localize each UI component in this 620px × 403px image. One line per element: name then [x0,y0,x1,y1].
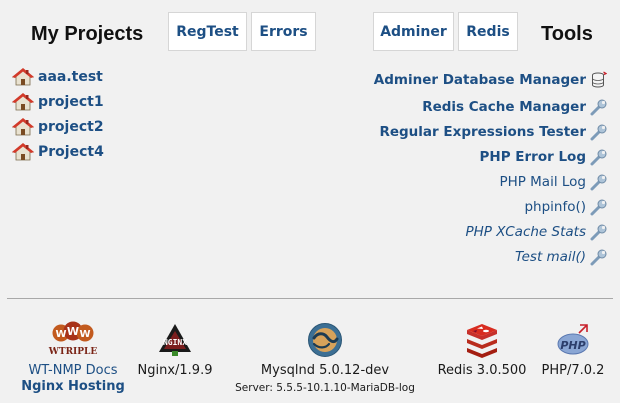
mysqlnd-version: Mysqlnd 5.0.12-dev [260,363,390,378]
footer-redis: Redis 3.0.500 [432,320,532,378]
wrench-icon [590,248,608,266]
nginx-version: Nginx/1.9.9 [137,363,213,378]
tool-phpinfo[interactable]: phpinfo() [524,197,608,217]
redis-logo[interactable] [464,320,500,358]
php-version: PHP/7.0.2 [541,363,605,378]
wrench-icon [590,98,608,116]
footer-mysql: Mysqlnd 5.0.12-dev Server: 5.5.5-10.1.10… [225,320,425,394]
nginx-logo[interactable]: NGINX [155,320,195,358]
tool-label: Regular Expressions Tester [379,124,586,140]
wt-nmp-docs-link[interactable]: WT-NMP Docs [28,363,117,378]
footer-nginx: NGINX Nginx/1.9.9 [130,320,220,378]
wtriple-logo[interactable]: W W W WTRIPLE [43,318,103,358]
footer-wtriple: W W W WTRIPLE WT-NMP Docs Nginx Hosting [18,318,128,394]
tool-label: PHP Error Log [479,149,587,165]
home-icon [12,143,34,161]
tool-php-mail-log[interactable]: PHP Mail Log [499,172,608,192]
nginx-hosting-link[interactable]: Nginx Hosting [21,379,125,394]
wrench-icon [590,223,608,241]
server-version: Server: 5.5.5-10.1.10-MariaDB-log [235,382,415,394]
project-link-project4[interactable]: Project4 [12,142,104,162]
tool-php-xcache-stats[interactable]: PHP XCache Stats [466,222,608,242]
php-logo-text: PHP [560,339,585,352]
tab-regtest[interactable]: RegTest [168,12,247,51]
tool-regular-expressions-tester[interactable]: Regular Expressions Tester [379,122,608,142]
tool-label: Test mail() [515,249,586,265]
home-icon [12,118,34,136]
svg-text:W: W [67,325,79,338]
tool-test-mail[interactable]: Test mail() [515,247,608,267]
project-name: project2 [38,119,104,135]
tool-label: Redis Cache Manager [422,99,586,115]
section-divider [7,298,613,299]
wrench-icon [590,123,608,141]
tab-adminer[interactable]: Adminer [373,12,454,51]
tool-label: PHP Mail Log [499,174,586,190]
php-logo[interactable]: PHP [553,320,593,358]
tool-php-error-log[interactable]: PHP Error Log [480,147,609,167]
mariadb-logo[interactable] [307,320,343,358]
project-name: aaa.test [38,69,103,85]
tab-redis[interactable]: Redis [458,12,518,51]
tab-errors[interactable]: Errors [251,12,316,51]
nginx-logo-text: NGINX [163,338,187,347]
wrench-icon [590,148,608,166]
tools-heading: Tools [541,23,593,45]
svg-text:W: W [55,329,66,340]
footer-php: PHP PHP/7.0.2 [530,320,616,378]
database-icon [590,71,608,89]
project-link-project1[interactable]: project1 [12,92,104,112]
tool-label: PHP XCache Stats [465,224,586,240]
project-link-aaa-test[interactable]: aaa.test [12,67,103,87]
project-name: Project4 [38,144,104,160]
tool-label: Adminer Database Manager [373,72,586,88]
home-icon [12,68,34,86]
redis-version: Redis 3.0.500 [437,363,527,378]
wtriple-logo-text: WTRIPLE [48,347,98,357]
tool-redis-cache-manager[interactable]: Redis Cache Manager [422,97,608,117]
my-projects-heading: My Projects [31,23,144,45]
home-icon [12,93,34,111]
project-name: project1 [38,94,104,110]
wrench-icon [590,198,608,216]
project-link-project2[interactable]: project2 [12,117,104,137]
tool-adminer-database-manager[interactable]: Adminer Database Manager [374,70,608,90]
wrench-icon [590,173,608,191]
tool-label: phpinfo() [524,199,586,215]
svg-text:W: W [79,329,90,340]
